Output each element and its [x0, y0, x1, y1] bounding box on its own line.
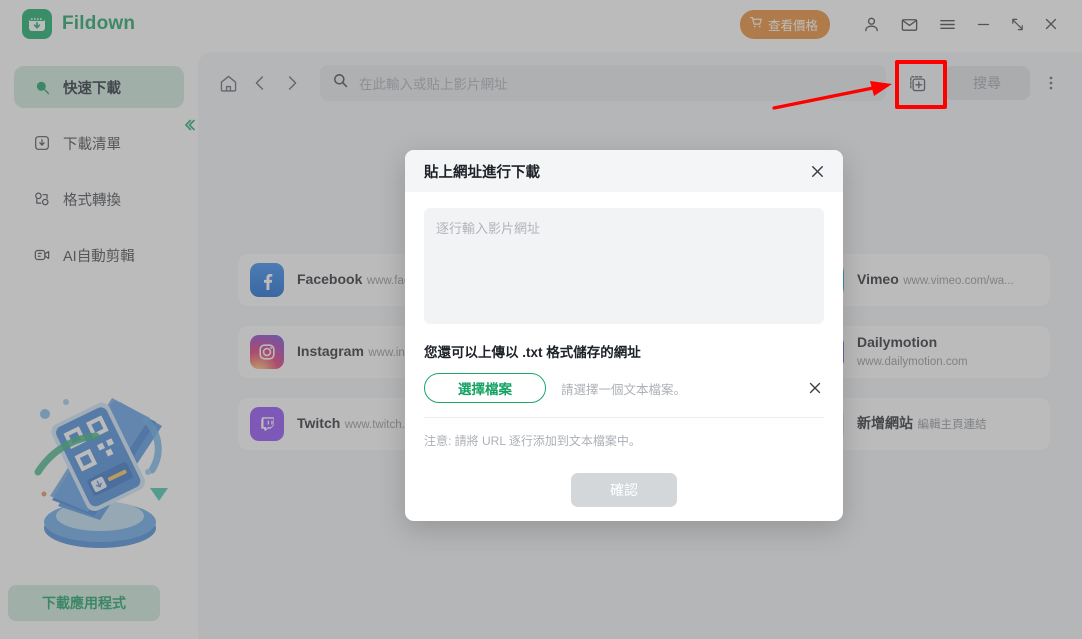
app-window: Fildown 查看價格 快速下載 下載清單 格式轉換 AI自動剪輯 下載應用程…: [0, 0, 1082, 639]
url-textarea[interactable]: 逐行輸入影片網址: [424, 208, 824, 324]
confirm-button-label: 確認: [610, 482, 638, 498]
annotation-arrow: [772, 81, 892, 110]
paste-url-dialog: 貼上網址進行下載 逐行輸入影片網址 您還可以上傳以 .txt 格式儲存的網址 選…: [405, 150, 843, 521]
clear-file-button[interactable]: [806, 379, 824, 397]
choose-file-button[interactable]: 選擇檔案: [424, 373, 546, 403]
choose-file-label: 選擇檔案: [458, 382, 512, 397]
dialog-footer: 確認: [424, 473, 824, 507]
file-picker-row: 選擇檔案 請選擇一個文本檔案。: [424, 373, 824, 418]
dialog-title: 貼上網址進行下載: [424, 164, 540, 181]
dialog-body: 逐行輸入影片網址 您還可以上傳以 .txt 格式儲存的網址 選擇檔案 請選擇一個…: [405, 192, 843, 507]
file-selection-hint: 請選擇一個文本檔案。: [561, 382, 687, 397]
dialog-close-button[interactable]: [808, 162, 827, 181]
upload-section-title: 您還可以上傳以 .txt 格式儲存的網址: [424, 345, 641, 360]
upload-note: 注意: 請將 URL 逐行添加到文本檔案中。: [424, 434, 641, 448]
confirm-button[interactable]: 確認: [571, 473, 677, 507]
dialog-header: 貼上網址進行下載: [405, 150, 843, 192]
url-textarea-placeholder: 逐行輸入影片網址: [436, 221, 541, 236]
annotation-highlight-box: [895, 60, 947, 109]
